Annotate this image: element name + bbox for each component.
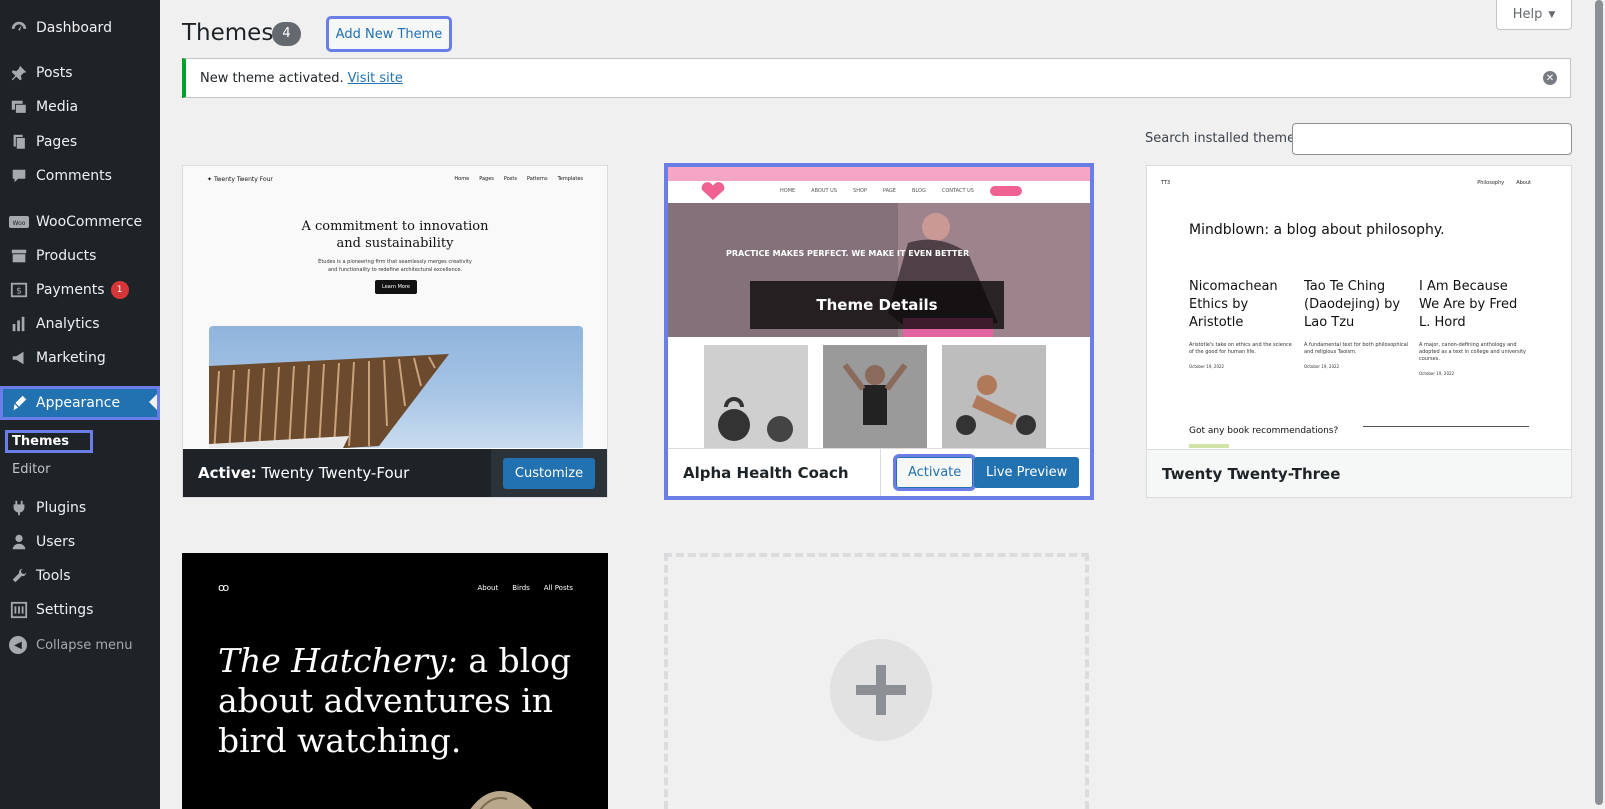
- visit-site-link[interactable]: Visit site: [348, 71, 403, 86]
- add-new-theme-button[interactable]: Add New Theme: [326, 16, 452, 52]
- sidebar-item-users[interactable]: Users: [0, 526, 160, 558]
- sidebar-item-tools[interactable]: Tools: [0, 560, 160, 592]
- preview-post: Nicomachean Ethics by Aristotle Aristotl…: [1189, 279, 1292, 369]
- dismiss-notice-icon[interactable]: ✕: [1543, 71, 1557, 85]
- sidebar-item-payments[interactable]: $ Payments 1: [0, 274, 160, 306]
- preview-learn-more: Learn More: [375, 280, 417, 294]
- sidebar-item-settings[interactable]: Settings: [0, 594, 160, 626]
- megaphone-icon: [9, 348, 29, 368]
- sidebar-item-products[interactable]: Products: [0, 240, 160, 272]
- theme-screenshot: TT3 Philosophy About Mindblown: a blog a…: [1147, 166, 1571, 448]
- preview-heading: A commitment to innovation and sustainab…: [301, 219, 489, 251]
- sidebar-item-media[interactable]: Media: [0, 91, 160, 123]
- admin-sidebar: Dashboard Posts Media Pages Comments Woo…: [0, 0, 160, 809]
- preview-nav: About Birds All Posts: [477, 584, 574, 592]
- theme-card-hatchery[interactable]: ꝏ About Birds All Posts The Hatchery: a …: [182, 553, 608, 809]
- scrollbar-thumb[interactable]: [1595, 0, 1603, 805]
- plugin-icon: [9, 498, 29, 518]
- svg-text:$: $: [16, 287, 22, 297]
- activate-button[interactable]: Activate: [892, 454, 977, 491]
- settings-icon: [9, 600, 29, 620]
- preview-thumb-kettlebells: [704, 345, 808, 449]
- payments-badge: 1: [110, 281, 129, 299]
- theme-count-badge: 4: [272, 22, 301, 46]
- svg-text:Woo: Woo: [13, 220, 26, 227]
- dollar-icon: $: [9, 280, 29, 300]
- submenu-themes[interactable]: Themes: [5, 430, 93, 453]
- theme-card-twenty-twenty-three[interactable]: TT3 Philosophy About Mindblown: a blog a…: [1146, 165, 1572, 498]
- wrench-icon: [9, 566, 29, 586]
- comment-icon: [9, 166, 29, 186]
- archive-icon: [9, 246, 29, 266]
- theme-actions-bar: Active: Twenty Twenty-Four Customize: [183, 449, 607, 497]
- theme-name: Twenty Twenty-Three: [1162, 464, 1341, 483]
- preview-thumb-man: [942, 345, 1046, 449]
- theme-screenshot: HOME ABOUT US SHOP PAGE BLOG CONTACT US …: [668, 167, 1090, 449]
- preview-thumb-woman: [823, 345, 927, 449]
- sidebar-item-marketing[interactable]: Marketing: [0, 342, 160, 374]
- theme-details-button[interactable]: Theme Details: [750, 281, 1004, 329]
- preview-post: Tao Te Ching (Daodejing) by Lao Tzu A fu…: [1304, 279, 1409, 369]
- pin-icon: [9, 63, 29, 83]
- page-title: Themes: [182, 20, 274, 46]
- theme-card-alpha-health-coach[interactable]: HOME ABOUT US SHOP PAGE BLOG CONTACT US …: [664, 163, 1094, 500]
- dashboard-icon: [9, 18, 29, 38]
- theme-card-twenty-twenty-four[interactable]: ✦ Twenty Twenty Four Home Pages Posts Pa…: [182, 165, 608, 498]
- sidebar-item-pages[interactable]: Pages: [0, 126, 160, 158]
- preview-post: I Am Because We Are by Fred L. Hord A ma…: [1419, 279, 1527, 376]
- search-themes-input[interactable]: [1292, 123, 1572, 155]
- bird-illustration: [470, 791, 533, 809]
- preview-subtext: Études is a pioneering firm that seamles…: [318, 259, 472, 273]
- collapse-icon: ◀: [9, 636, 27, 654]
- success-notice: New theme activated. Visit site ✕: [182, 58, 1571, 98]
- sidebar-item-appearance[interactable]: Appearance: [0, 386, 160, 420]
- theme-name: Alpha Health Coach: [683, 463, 849, 482]
- preview-brand: ✦ Twenty Twenty Four: [207, 176, 273, 183]
- woocommerce-icon: Woo: [9, 212, 29, 232]
- sidebar-item-analytics[interactable]: Analytics: [0, 308, 160, 340]
- theme-actions-bar: Alpha Health Coach Activate Live Preview: [668, 448, 1090, 496]
- add-new-theme-tile[interactable]: [664, 553, 1089, 809]
- sidebar-item-posts[interactable]: Posts: [0, 57, 160, 89]
- customize-button[interactable]: Customize: [502, 457, 596, 489]
- active-theme-name: Active: Twenty Twenty-Four: [198, 464, 410, 482]
- preview-heading: The Hatchery: a blog about adventures in…: [218, 641, 572, 760]
- bar-chart-icon: [9, 314, 29, 334]
- sidebar-item-dashboard[interactable]: Dashboard: [0, 12, 160, 44]
- preview-nav: Home Pages Posts Patterns Templates: [454, 176, 583, 182]
- sidebar-item-comments[interactable]: Comments: [0, 160, 160, 192]
- preview-architecture-photo: [209, 326, 583, 448]
- help-button[interactable]: Help ▼: [1496, 0, 1572, 30]
- preview-logo: ꝏ: [218, 581, 230, 594]
- pages-icon: [9, 132, 29, 152]
- user-icon: [9, 532, 29, 552]
- sidebar-item-woocommerce[interactable]: Woo WooCommerce: [0, 206, 160, 238]
- caret-down-icon: ▼: [1548, 9, 1556, 20]
- submenu-editor[interactable]: Editor: [12, 462, 50, 477]
- theme-actions-bar: Twenty Twenty-Three: [1147, 449, 1571, 497]
- preview-topbar: [668, 167, 1090, 181]
- collapse-menu-button[interactable]: ◀ Collapse menu: [9, 636, 133, 654]
- sidebar-item-plugins[interactable]: Plugins: [0, 492, 160, 524]
- preview-nav: HOME ABOUT US SHOP PAGE BLOG CONTACT US: [668, 181, 1090, 203]
- theme-screenshot: ✦ Twenty Twenty Four Home Pages Posts Pa…: [183, 166, 607, 448]
- plus-icon: [830, 639, 932, 741]
- page-scrollbar[interactable]: [1592, 0, 1605, 809]
- preview-heading: Mindblown: a blog about philosophy.: [1189, 222, 1445, 238]
- paintbrush-icon: [9, 393, 29, 413]
- search-label: Search installed themes: [1145, 131, 1302, 146]
- live-preview-button[interactable]: Live Preview: [974, 457, 1080, 488]
- media-icon: [9, 97, 29, 117]
